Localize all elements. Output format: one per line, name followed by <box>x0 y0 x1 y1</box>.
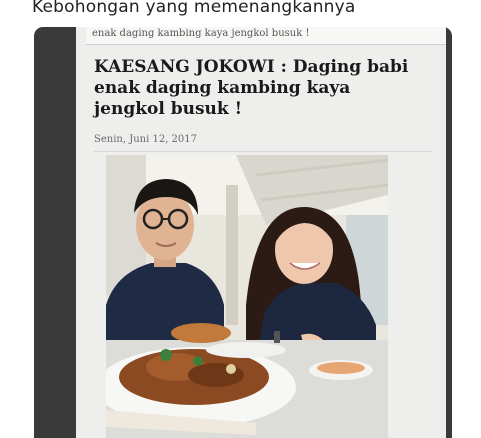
article-photo <box>106 155 388 438</box>
article-page: enak daging kambing kaya jengkol busuk !… <box>76 27 446 438</box>
divider <box>94 151 432 152</box>
previous-headline-snippet: enak daging kambing kaya jengkol busuk ! <box>86 27 446 45</box>
article-headline: KAESANG JOKOWI : Daging babi enak daging… <box>94 57 409 119</box>
article-screenshot[interactable]: enak daging kambing kaya jengkol busuk !… <box>34 27 452 438</box>
tweet-text: Kebohongan yang memenangkannya <box>32 0 356 17</box>
article-date: Senin, Juni 12, 2017 <box>94 134 198 145</box>
